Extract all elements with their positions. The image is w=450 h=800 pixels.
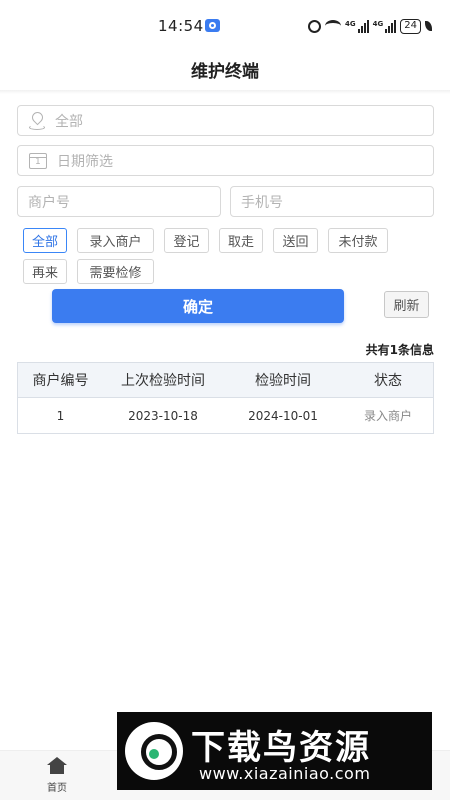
watermark-banner: 下载鸟资源 www.xiazainiao.com (117, 712, 432, 790)
chip-all[interactable]: 全部 (23, 228, 67, 253)
column-header-last-inspection: 上次检验时间 (121, 373, 205, 389)
merchant-placeholder: 商户号 (28, 194, 70, 211)
alarm-icon (308, 19, 322, 33)
chip-come-again[interactable]: 再来 (23, 259, 67, 284)
cell-merchant-no: 1 (56, 408, 65, 423)
cell-inspection: 2024-10-01 (248, 408, 318, 423)
column-header-inspection: 检验时间 (255, 373, 311, 389)
cell-status: 录入商户 (363, 409, 412, 423)
chip-picked-up[interactable]: 取走 (219, 228, 263, 253)
chip-needs-repair[interactable]: 需要检修 (77, 259, 154, 284)
region-select[interactable]: 全部 (17, 105, 434, 136)
status-icons: 4G 4G 24 (308, 17, 432, 35)
confirm-button[interactable]: 确定 (52, 289, 344, 323)
table-header: 商户编号 上次检验时间 检验时间 状态 (18, 363, 433, 398)
cell-last-inspection: 2023-10-18 (128, 408, 198, 423)
chip-registered[interactable]: 登记 (164, 228, 209, 253)
nav-home-label: 首页 (47, 783, 67, 794)
network-type-label: 4G (345, 19, 356, 28)
table-row[interactable]: 1 2023-10-18 2024-10-01 录入商户 (18, 398, 433, 433)
status-time: 14:54 (158, 17, 204, 35)
watermark-title: 下载鸟资源 (191, 728, 371, 768)
region-placeholder: 全部 (55, 113, 83, 130)
signal-icon: 4G (372, 19, 397, 33)
watermark-url: www.xiazainiao.com (199, 764, 371, 783)
phone-number-input[interactable]: 手机号 (230, 186, 434, 217)
network-type-label: 4G (372, 19, 384, 28)
home-icon (47, 757, 67, 774)
nav-home[interactable]: 首页 (36, 757, 78, 794)
wifi-icon (325, 20, 342, 32)
result-count: 共有1条信息 (365, 343, 434, 357)
phone-placeholder: 手机号 (241, 194, 283, 211)
power-saving-icon (425, 21, 432, 31)
battery-icon: 24 (400, 18, 421, 34)
page-title: 维护终端 (191, 62, 259, 82)
status-bar: 14:54 4G 4G 24 (0, 0, 450, 52)
chip-entered-merchant[interactable]: 录入商户 (77, 228, 154, 253)
calendar-icon (29, 152, 47, 169)
date-filter[interactable]: 日期筛选 (17, 145, 434, 176)
header-divider (0, 90, 450, 94)
merchant-number-input[interactable]: 商户号 (17, 186, 221, 217)
records-table: 商户编号 上次检验时间 检验时间 状态 1 2023-10-18 2024-10… (17, 362, 434, 434)
chip-returned[interactable]: 送回 (273, 228, 318, 253)
refresh-button[interactable]: 刷新 (384, 291, 429, 318)
bird-logo-icon (125, 722, 183, 780)
date-placeholder: 日期筛选 (57, 153, 113, 170)
column-header-status: 状态 (374, 373, 402, 389)
chip-unpaid[interactable]: 未付款 (328, 228, 388, 253)
notification-icon (205, 19, 220, 32)
column-header-merchant-no: 商户编号 (32, 373, 89, 389)
location-icon (29, 109, 46, 130)
signal-icon: 4G (345, 19, 369, 33)
